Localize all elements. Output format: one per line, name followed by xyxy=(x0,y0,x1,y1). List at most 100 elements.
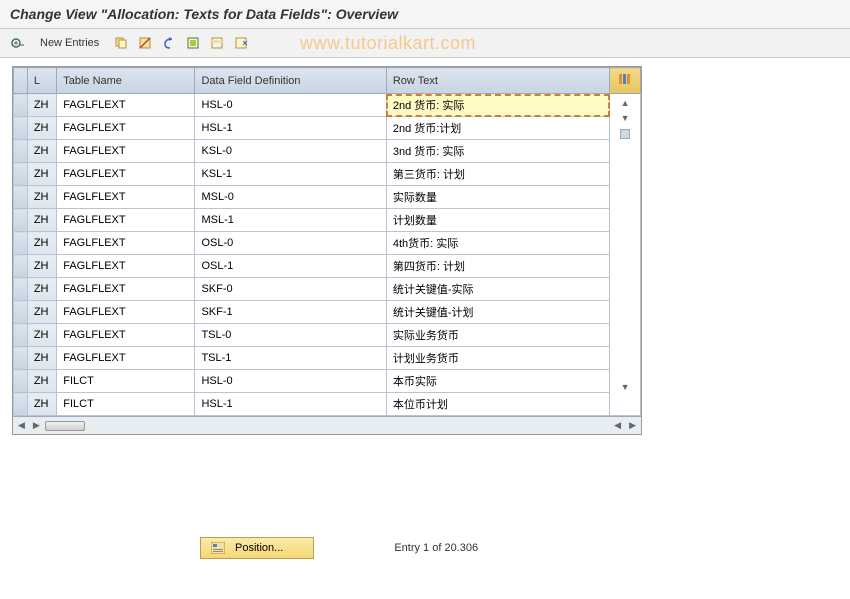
table-row[interactable]: ZHFAGLFLEXTHSL-02nd 货币: 实际▲▼▼ xyxy=(14,94,641,117)
new-entries-button[interactable]: New Entries xyxy=(32,34,107,52)
cell-language[interactable]: ZH xyxy=(27,94,56,117)
cell-row-text[interactable]: 本币实际 xyxy=(386,370,609,393)
scroll-marker[interactable] xyxy=(620,129,630,139)
row-selector[interactable] xyxy=(14,255,28,278)
toggle-view-icon[interactable] xyxy=(8,33,28,53)
row-selector[interactable] xyxy=(14,370,28,393)
row-selector[interactable] xyxy=(14,94,28,117)
cell-data-field[interactable]: KSL-0 xyxy=(195,140,386,163)
cell-row-text[interactable]: 2nd 货币: 实际 xyxy=(386,94,609,117)
row-selector[interactable] xyxy=(14,301,28,324)
position-button[interactable]: Position... xyxy=(200,537,314,559)
cell-data-field[interactable]: TSL-1 xyxy=(195,347,386,370)
cell-language[interactable]: ZH xyxy=(27,186,56,209)
cell-language[interactable]: ZH xyxy=(27,324,56,347)
vertical-scrollbar[interactable]: ▲▼▼ xyxy=(610,94,641,416)
table-row[interactable]: ZHFAGLFLEXTMSL-1计划数量 xyxy=(14,209,641,232)
cell-table-name[interactable]: FAGLFLEXT xyxy=(57,117,195,140)
cell-row-text[interactable]: 统计关键值-实际 xyxy=(386,278,609,301)
table-row[interactable]: ZHFAGLFLEXTMSL-0实际数量 xyxy=(14,186,641,209)
cell-language[interactable]: ZH xyxy=(27,163,56,186)
table-row[interactable]: ZHFAGLFLEXTTSL-0实际业务货币 xyxy=(14,324,641,347)
table-row[interactable]: ZHFAGLFLEXTHSL-12nd 货币:计划 xyxy=(14,117,641,140)
cell-data-field[interactable]: OSL-1 xyxy=(195,255,386,278)
cell-data-field[interactable]: HSL-0 xyxy=(195,94,386,117)
table-row[interactable]: ZHFAGLFLEXTSKF-0统计关键值-实际 xyxy=(14,278,641,301)
row-selector-header[interactable] xyxy=(14,68,28,94)
cell-row-text[interactable]: 4th货币: 实际 xyxy=(386,232,609,255)
cell-table-name[interactable]: FAGLFLEXT xyxy=(57,209,195,232)
row-selector[interactable] xyxy=(14,347,28,370)
deselect-icon[interactable] xyxy=(231,33,251,53)
configure-columns-button[interactable] xyxy=(610,68,641,94)
select-block-icon[interactable] xyxy=(207,33,227,53)
row-selector[interactable] xyxy=(14,232,28,255)
row-selector[interactable] xyxy=(14,140,28,163)
cell-table-name[interactable]: FAGLFLEXT xyxy=(57,255,195,278)
table-row[interactable]: ZHFAGLFLEXTSKF-1统计关键值-计划 xyxy=(14,301,641,324)
row-selector[interactable] xyxy=(14,117,28,140)
row-selector[interactable] xyxy=(14,393,28,416)
cell-table-name[interactable]: FAGLFLEXT xyxy=(57,324,195,347)
cell-data-field[interactable]: TSL-0 xyxy=(195,324,386,347)
scroll-down-end-icon[interactable]: ▼ xyxy=(617,382,633,396)
cell-table-name[interactable]: FAGLFLEXT xyxy=(57,94,195,117)
cell-data-field[interactable]: OSL-0 xyxy=(195,232,386,255)
cell-data-field[interactable]: HSL-1 xyxy=(195,393,386,416)
cell-row-text[interactable]: 本位币计划 xyxy=(386,393,609,416)
table-row[interactable]: ZHFILCTHSL-0本币实际 xyxy=(14,370,641,393)
cell-data-field[interactable]: SKF-0 xyxy=(195,278,386,301)
cell-table-name[interactable]: FILCT xyxy=(57,370,195,393)
row-selector[interactable] xyxy=(14,324,28,347)
delimit-icon[interactable] xyxy=(135,33,155,53)
select-all-icon[interactable] xyxy=(183,33,203,53)
cell-row-text[interactable]: 第三货币: 计划 xyxy=(386,163,609,186)
row-selector[interactable] xyxy=(14,209,28,232)
scroll-down-icon[interactable]: ▼ xyxy=(617,113,633,127)
cell-language[interactable]: ZH xyxy=(27,278,56,301)
cell-language[interactable]: ZH xyxy=(27,347,56,370)
cell-table-name[interactable]: FAGLFLEXT xyxy=(57,140,195,163)
scroll-left-end-icon[interactable]: ◀ xyxy=(611,420,624,431)
column-header-table-name[interactable]: Table Name xyxy=(57,68,195,94)
horizontal-scrollbar[interactable]: ◀ ▶ ◀ ▶ xyxy=(13,416,641,434)
cell-data-field[interactable]: KSL-1 xyxy=(195,163,386,186)
cell-row-text[interactable]: 实际业务货币 xyxy=(386,324,609,347)
cell-language[interactable]: ZH xyxy=(27,393,56,416)
cell-row-text[interactable]: 2nd 货币:计划 xyxy=(386,117,609,140)
cell-table-name[interactable]: FAGLFLEXT xyxy=(57,278,195,301)
table-row[interactable]: ZHFAGLFLEXTOSL-1第四货币: 计划 xyxy=(14,255,641,278)
cell-table-name[interactable]: FAGLFLEXT xyxy=(57,347,195,370)
cell-language[interactable]: ZH xyxy=(27,370,56,393)
cell-data-field[interactable]: MSL-0 xyxy=(195,186,386,209)
cell-language[interactable]: ZH xyxy=(27,209,56,232)
row-selector[interactable] xyxy=(14,186,28,209)
row-selector[interactable] xyxy=(14,278,28,301)
cell-data-field[interactable]: HSL-1 xyxy=(195,117,386,140)
cell-language[interactable]: ZH xyxy=(27,140,56,163)
table-row[interactable]: ZHFAGLFLEXTOSL-04th货币: 实际 xyxy=(14,232,641,255)
cell-table-name[interactable]: FAGLFLEXT xyxy=(57,301,195,324)
table-row[interactable]: ZHFAGLFLEXTTSL-1计划业务货币 xyxy=(14,347,641,370)
scroll-right-end-icon[interactable]: ▶ xyxy=(626,420,639,431)
cell-table-name[interactable]: FAGLFLEXT xyxy=(57,163,195,186)
cell-language[interactable]: ZH xyxy=(27,301,56,324)
scroll-thumb[interactable] xyxy=(45,421,85,431)
scroll-up-icon[interactable]: ▲ xyxy=(617,98,633,112)
cell-data-field[interactable]: SKF-1 xyxy=(195,301,386,324)
cell-table-name[interactable]: FAGLFLEXT xyxy=(57,232,195,255)
column-header-data-field[interactable]: Data Field Definition xyxy=(195,68,386,94)
cell-row-text[interactable]: 实际数量 xyxy=(386,186,609,209)
table-row[interactable]: ZHFAGLFLEXTKSL-1第三货币: 计划 xyxy=(14,163,641,186)
cell-row-text[interactable]: 计划业务货币 xyxy=(386,347,609,370)
cell-language[interactable]: ZH xyxy=(27,232,56,255)
cell-data-field[interactable]: MSL-1 xyxy=(195,209,386,232)
scroll-right-icon[interactable]: ▶ xyxy=(30,420,43,431)
cell-data-field[interactable]: HSL-0 xyxy=(195,370,386,393)
row-selector[interactable] xyxy=(14,163,28,186)
cell-row-text[interactable]: 第四货币: 计划 xyxy=(386,255,609,278)
cell-table-name[interactable]: FILCT xyxy=(57,393,195,416)
table-row[interactable]: ZHFAGLFLEXTKSL-03nd 货币: 实际 xyxy=(14,140,641,163)
scroll-left-icon[interactable]: ◀ xyxy=(15,420,28,431)
cell-row-text[interactable]: 计划数量 xyxy=(386,209,609,232)
